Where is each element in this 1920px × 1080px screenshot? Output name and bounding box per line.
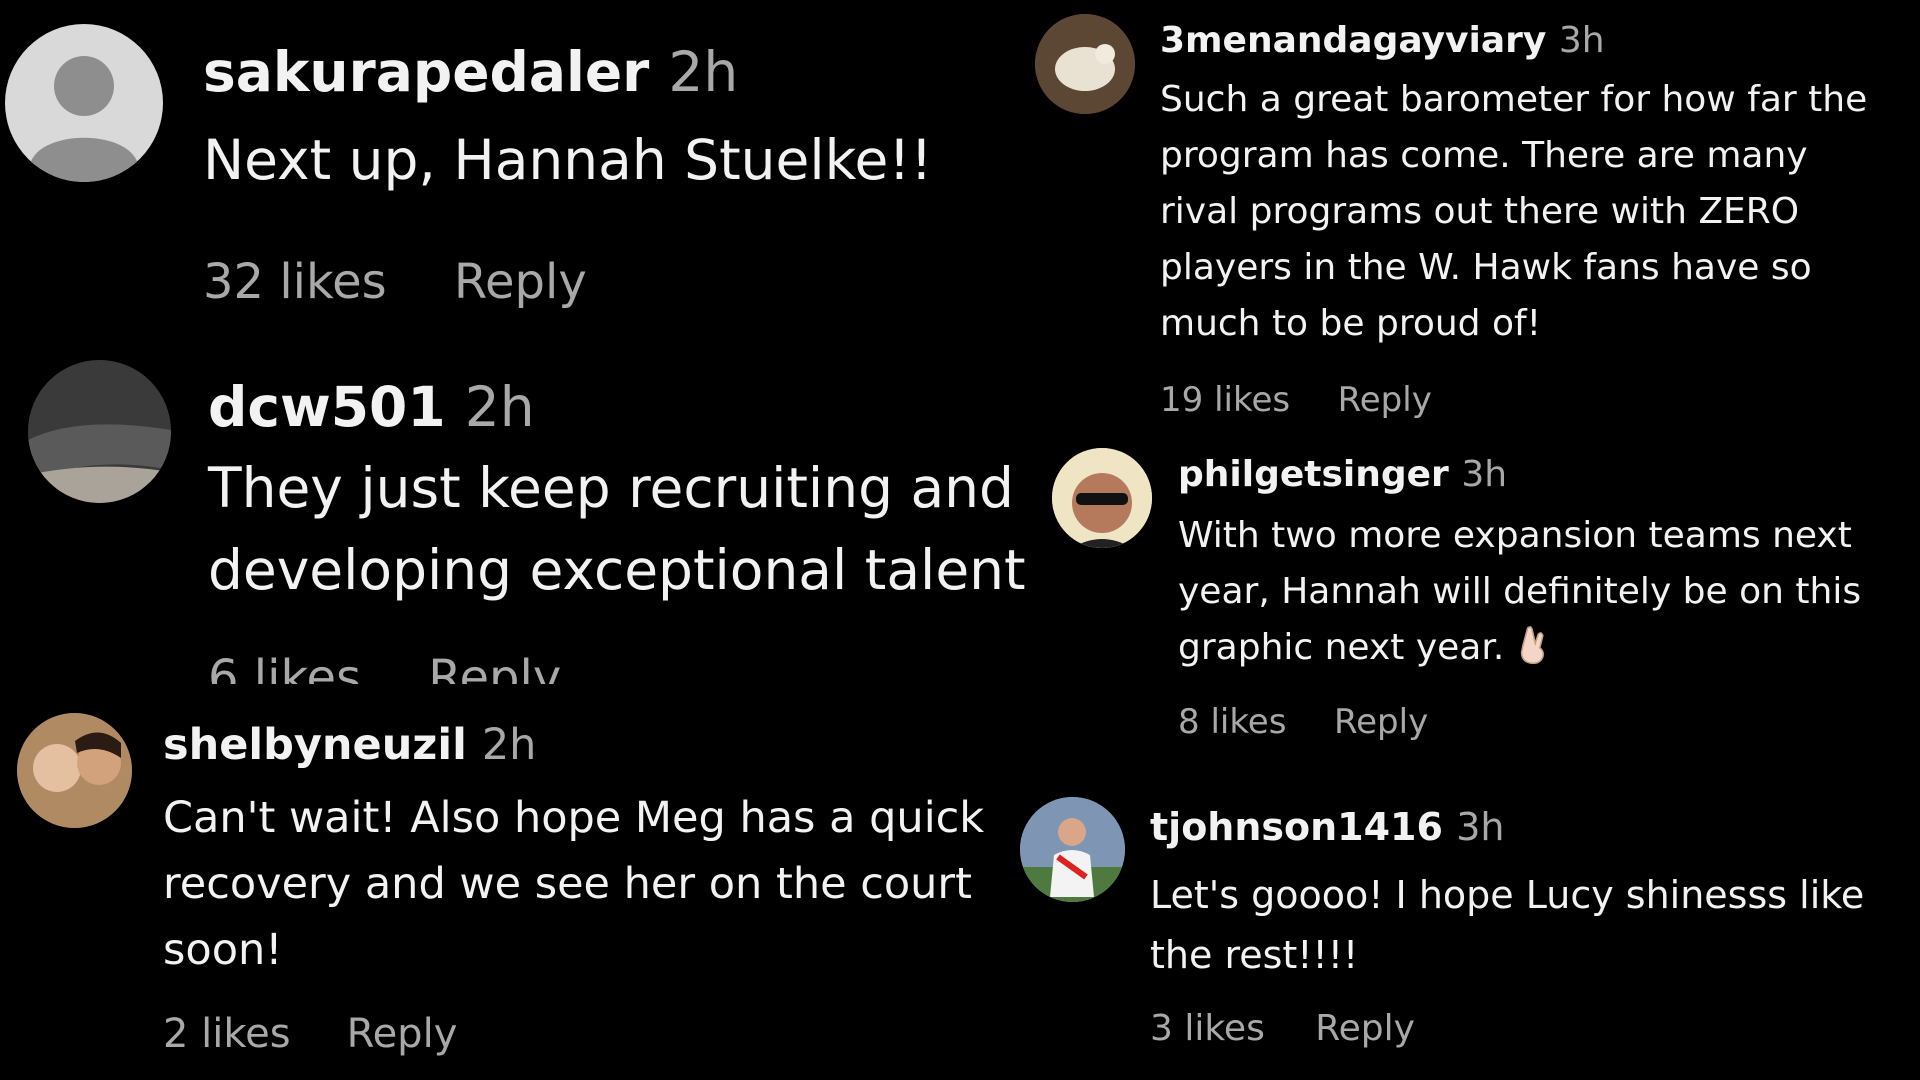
comment-text: Such a great barometer for how far the p… xyxy=(1160,79,1868,344)
comment-meta: 6 likes Reply xyxy=(208,652,628,684)
comment-meta: 8 likes Reply xyxy=(1178,702,1476,742)
likes-count[interactable]: 6 likes xyxy=(208,652,361,684)
likes-count[interactable]: 8 likes xyxy=(1178,702,1286,742)
comment-meta: 32 likes Reply xyxy=(203,254,654,310)
avatar[interactable] xyxy=(1052,448,1152,548)
comment-time: 2h xyxy=(464,375,535,439)
comment-username[interactable]: dcw501 2h xyxy=(208,375,535,439)
comment-text: They just keep recruiting and developing… xyxy=(208,456,1026,602)
photo-avatar-icon xyxy=(1035,14,1135,114)
comment-text: Can't wait! Also hope Meg has a quick re… xyxy=(163,793,985,975)
likes-count[interactable]: 32 likes xyxy=(203,254,387,310)
comment-item: tjohnson1416 3h Let's goooo! I hope Lucy… xyxy=(1010,790,1920,1080)
avatar[interactable] xyxy=(5,24,163,182)
avatar[interactable] xyxy=(1020,797,1125,902)
likes-count[interactable]: 19 likes xyxy=(1160,380,1290,420)
comment-time: 3h xyxy=(1558,20,1605,61)
comment-item: philgetsinger 3h With two more expansion… xyxy=(1030,440,1920,780)
comment-meta: 19 likes Reply xyxy=(1160,380,1479,420)
photo-avatar-icon xyxy=(1052,448,1152,548)
photo-avatar-icon xyxy=(1020,797,1125,902)
avatar[interactable] xyxy=(28,360,171,503)
comment-meta: 3 likes Reply xyxy=(1150,1008,1465,1049)
comment-meta: 2 likes Reply xyxy=(163,1011,513,1057)
comment-username[interactable]: 3menandagayviary 3h xyxy=(1160,20,1605,61)
default-avatar-icon xyxy=(30,56,138,182)
reply-button[interactable]: Reply xyxy=(1338,380,1432,420)
photo-avatar-icon xyxy=(28,360,171,503)
comment-text: With two more expansion teams next year,… xyxy=(1178,508,1920,676)
reply-button[interactable]: Reply xyxy=(454,254,587,310)
comment-time: 2h xyxy=(481,720,537,770)
likes-count[interactable]: 2 likes xyxy=(163,1011,291,1057)
comment-time: 3h xyxy=(1456,805,1505,849)
comment-username[interactable]: sakurapedaler 2h xyxy=(203,40,738,104)
comment-username[interactable]: tjohnson1416 3h xyxy=(1150,805,1504,849)
comment-item: 3menandagayviary 3h Such a great baromet… xyxy=(1030,0,1920,435)
comment-time: 2h xyxy=(668,40,739,104)
comment-text: Next up, Hannah Stuelke!! xyxy=(203,128,933,192)
reply-button[interactable]: Reply xyxy=(428,652,561,684)
comment-item: dcw501 2h They just keep recruiting and … xyxy=(0,355,1030,685)
comment-username[interactable]: philgetsinger 3h xyxy=(1178,454,1507,495)
comment-meta-clip: 6 likes Reply xyxy=(208,652,708,684)
comment-item: shelbyneuzil 2h Can't wait! Also hope Me… xyxy=(0,705,1030,1080)
avatar[interactable] xyxy=(1035,14,1135,114)
crossed-fingers-icon xyxy=(1520,625,1544,664)
photo-avatar-icon xyxy=(17,713,132,828)
comment-item: sakurapedaler 2h Next up, Hannah Stuelke… xyxy=(0,0,1000,330)
reply-button[interactable]: Reply xyxy=(1315,1008,1415,1049)
reply-button[interactable]: Reply xyxy=(347,1011,458,1057)
comment-time: 3h xyxy=(1461,454,1508,495)
avatar[interactable] xyxy=(17,713,132,828)
likes-count[interactable]: 3 likes xyxy=(1150,1008,1265,1049)
comment-username[interactable]: shelbyneuzil 2h xyxy=(163,720,536,770)
reply-button[interactable]: Reply xyxy=(1334,702,1428,742)
comment-text: Let's goooo! I hope Lucy shinesss like t… xyxy=(1150,873,1865,977)
